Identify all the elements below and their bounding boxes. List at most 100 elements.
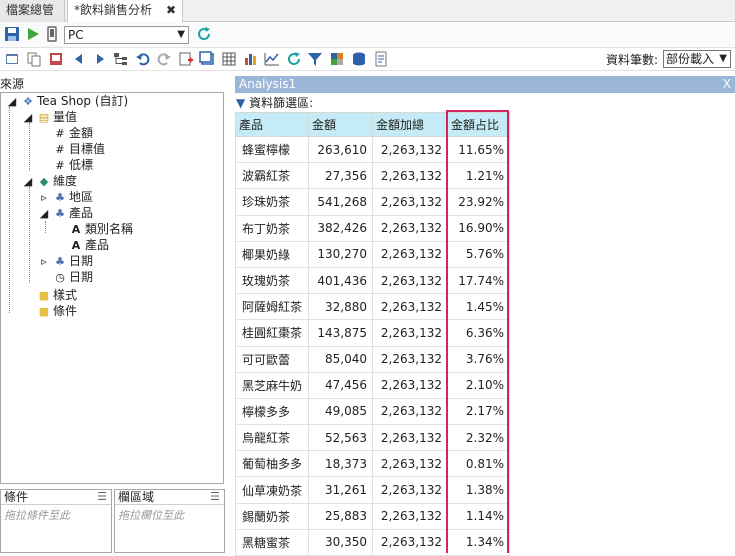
tree-leaf-amount[interactable]: # 金額 xyxy=(53,125,93,141)
collapse-icon[interactable]: ◢ xyxy=(5,94,19,110)
tree-leaf-product[interactable]: A 產品 xyxy=(69,237,109,253)
grid-icon[interactable] xyxy=(221,51,237,67)
pivot-icon[interactable] xyxy=(329,51,345,67)
device-select[interactable]: PC ▼ xyxy=(64,26,189,44)
table-cell[interactable]: 32,880 xyxy=(308,293,373,321)
table-cell[interactable]: 85,040 xyxy=(308,345,373,373)
collapse-icon[interactable]: ◢ xyxy=(21,110,35,126)
tree-leaf-category[interactable]: A 類別名稱 xyxy=(69,221,133,237)
table-cell[interactable]: 阿薩姆紅茶 xyxy=(235,293,309,321)
table-cell[interactable]: 布丁奶茶 xyxy=(235,214,309,242)
tree-node-dimensions[interactable]: ◢ ◆ 維度 xyxy=(21,173,77,189)
table-cell[interactable]: 31,261 xyxy=(308,476,373,504)
menu-icon[interactable]: ☰ xyxy=(210,490,220,504)
table-cell[interactable]: 2,263,132 xyxy=(372,266,448,295)
table-cell[interactable]: 401,436 xyxy=(308,266,373,295)
expand-icon[interactable]: ▹ xyxy=(37,190,51,206)
undo-icon[interactable] xyxy=(135,51,151,67)
table-cell[interactable]: 2,263,132 xyxy=(372,476,448,504)
add-field-icon[interactable] xyxy=(178,51,194,67)
table-cell[interactable]: 桂圓紅棗茶 xyxy=(235,319,309,347)
table-cell[interactable]: 25,883 xyxy=(308,502,373,530)
arrow-left-icon[interactable] xyxy=(71,51,87,67)
bar-chart-icon[interactable] xyxy=(243,51,259,67)
line-chart-icon[interactable] xyxy=(264,51,280,67)
filter-area[interactable]: ▼ 資料篩選區: xyxy=(236,95,313,111)
table-cell[interactable]: 烏龍紅茶 xyxy=(235,424,309,452)
close-icon[interactable]: X xyxy=(723,76,731,93)
collapse-icon[interactable]: ◢ xyxy=(21,174,35,190)
table-cell[interactable]: 2,263,132 xyxy=(372,528,448,556)
table-cell[interactable]: 珍珠奶茶 xyxy=(235,188,309,216)
tab-beverage-analysis[interactable]: *飲料銷售分析 ✖ xyxy=(67,0,183,23)
tree-node-region[interactable]: ▹ ♣ 地區 xyxy=(37,189,93,205)
run-icon[interactable] xyxy=(25,26,41,42)
save-icon[interactable] xyxy=(4,26,20,42)
load-mode-select[interactable]: 部份載入 ▼ xyxy=(663,50,731,68)
table-cell[interactable]: 2,263,132 xyxy=(372,450,448,478)
table-cell[interactable]: 2,263,132 xyxy=(372,424,448,452)
table-cell[interactable]: 椰果奶綠 xyxy=(235,240,309,268)
tab-file-explorer[interactable]: 檔案總管 xyxy=(0,0,65,22)
table-cell[interactable]: 黑糖蜜茶 xyxy=(235,528,309,556)
table-cell[interactable]: 黑芝麻牛奶 xyxy=(235,371,309,399)
table-cell[interactable]: 18,373 xyxy=(308,450,373,478)
table-cell[interactable]: 49,085 xyxy=(308,397,373,426)
table-cell[interactable]: 2,263,132 xyxy=(372,293,448,321)
table-cell[interactable]: 仙草凍奶茶 xyxy=(235,476,309,504)
menu-icon[interactable]: ☰ xyxy=(97,490,107,504)
tree-node-condition[interactable]: ■ 條件 xyxy=(37,303,77,319)
table-cell[interactable]: 541,268 xyxy=(308,188,373,216)
table-cell[interactable]: 2,263,132 xyxy=(372,397,448,426)
tree-node-date[interactable]: ▹ ♣ 日期 xyxy=(37,253,93,269)
collapse-icon[interactable]: ◢ xyxy=(37,206,51,222)
table-cell[interactable]: 52,563 xyxy=(308,424,373,452)
tree-node-measures[interactable]: ◢ ▤ 量值 xyxy=(21,109,77,125)
tree-leaf-target[interactable]: # 目標值 xyxy=(53,141,105,157)
database-icon[interactable] xyxy=(351,51,367,67)
arrow-right-icon[interactable] xyxy=(92,51,108,67)
report-icon[interactable] xyxy=(373,51,389,67)
window-icon[interactable] xyxy=(199,51,215,67)
table-cell[interactable]: 2,263,132 xyxy=(372,240,448,268)
tree-root[interactable]: ◢ ❖ Tea Shop (自訂) xyxy=(5,93,128,109)
table-cell[interactable]: 玫瑰奶茶 xyxy=(235,266,309,295)
table-cell[interactable]: 263,610 xyxy=(308,135,373,164)
close-tab-icon[interactable]: ✖ xyxy=(166,0,176,21)
table-cell[interactable]: 葡萄柚多多 xyxy=(235,450,309,478)
tree-leaf-date[interactable]: ◷ 日期 xyxy=(53,269,93,285)
export-icon[interactable] xyxy=(48,51,64,67)
table-cell[interactable]: 2,263,132 xyxy=(372,502,448,530)
table-cell[interactable]: 130,270 xyxy=(308,240,373,268)
expand-icon[interactable]: ▹ xyxy=(37,254,51,270)
table-cell[interactable]: 143,875 xyxy=(308,319,373,347)
filter-icon[interactable] xyxy=(307,51,323,67)
table-cell[interactable]: 2,263,132 xyxy=(372,345,448,373)
table-cell[interactable]: 錫蘭奶茶 xyxy=(235,502,309,530)
column-header[interactable]: 金額加總 xyxy=(372,112,448,137)
hierarchy-icon[interactable] xyxy=(113,51,129,67)
table-cell[interactable]: 檸檬多多 xyxy=(235,397,309,426)
tree-node-style[interactable]: ■ 樣式 xyxy=(37,287,77,303)
table-cell[interactable]: 2,263,132 xyxy=(372,214,448,242)
table-cell[interactable]: 2,263,132 xyxy=(372,319,448,347)
copy-icon[interactable] xyxy=(26,51,42,67)
table-cell[interactable]: 30,350 xyxy=(308,528,373,556)
table-cell[interactable]: 可可歐蕾 xyxy=(235,345,309,373)
new-icon[interactable] xyxy=(4,51,20,67)
table-cell[interactable]: 波霸紅茶 xyxy=(235,162,309,190)
condition-drop-area[interactable]: 條件 ☰ 拖拉條件至此 xyxy=(0,489,112,553)
table-cell[interactable]: 2,263,132 xyxy=(372,135,448,164)
column-header[interactable]: 產品 xyxy=(235,112,309,137)
column-header[interactable]: 金額 xyxy=(308,112,373,137)
table-cell[interactable]: 2,263,132 xyxy=(372,162,448,190)
reload-icon[interactable] xyxy=(286,51,302,67)
refresh-icon[interactable] xyxy=(196,26,212,42)
table-cell[interactable]: 蜂蜜檸檬 xyxy=(235,135,309,164)
table-cell[interactable]: 27,356 xyxy=(308,162,373,190)
table-cell[interactable]: 382,426 xyxy=(308,214,373,242)
column-drop-area[interactable]: 欄區域 ☰ 拖拉欄位至此 xyxy=(114,489,225,553)
tree-leaf-low[interactable]: # 低標 xyxy=(53,157,93,173)
table-cell[interactable]: 2,263,132 xyxy=(372,371,448,399)
redo-icon[interactable] xyxy=(156,51,172,67)
